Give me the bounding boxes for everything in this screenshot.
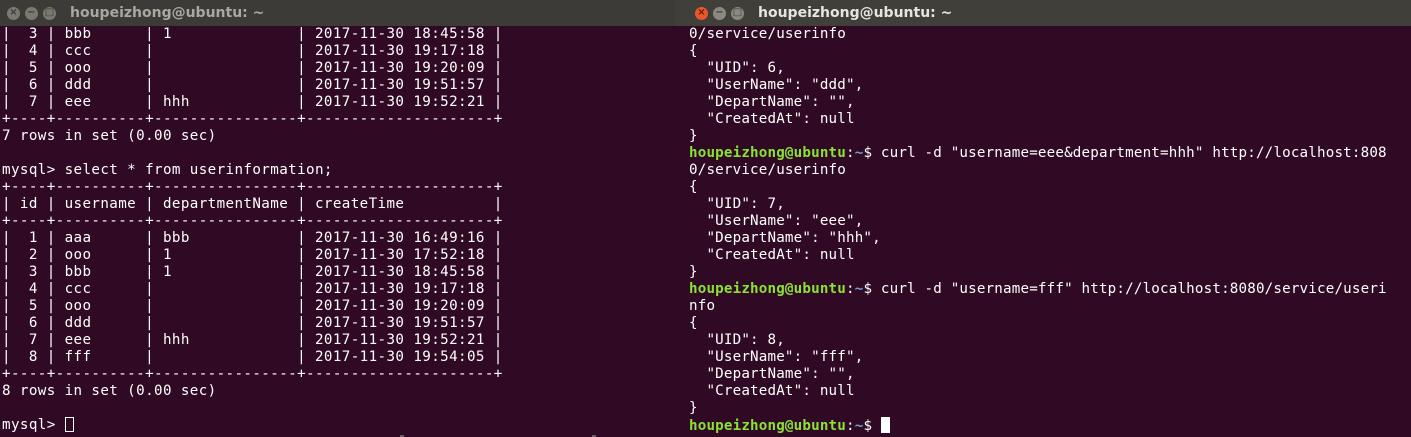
terminal-line: +----+----------+----------------+------…	[2, 213, 503, 229]
line-text: }	[689, 128, 698, 144]
terminal-line: "UID": 6,	[689, 60, 1411, 77]
terminal-line: "CreatedAt": null	[689, 383, 1411, 400]
terminal-line: "UserName": "eee",	[689, 213, 1411, 230]
terminal-line: | 5 | ooo | | 2017-11-30 19:20:09 |	[2, 60, 503, 76]
text-cursor	[880, 417, 890, 433]
terminal-line: nfo	[689, 298, 1411, 315]
terminal-line: | id | username | departmentName | creat…	[2, 196, 503, 212]
terminal-line: "CreatedAt": null	[689, 247, 1411, 264]
line-text: "CreatedAt": null	[689, 383, 855, 399]
line-text: {	[689, 43, 698, 59]
terminal-line: | 3 | bbb | 1 | 2017-11-30 18:45:58 |	[2, 26, 503, 42]
terminal-line: | 4 | ccc | | 2017-11-30 19:17:18 |	[2, 281, 503, 297]
line-text: curl -d "username=fff" http://localhost:…	[880, 281, 1387, 297]
terminal-line: }	[689, 400, 1411, 417]
line-text: "UserName": "fff",	[689, 349, 864, 365]
terminal-line: }	[689, 264, 1411, 281]
line-text: {	[689, 315, 698, 331]
prompt-user: houpeizhong@ubuntu	[689, 145, 846, 161]
mysql-prompt: mysql>	[2, 417, 65, 433]
line-text: nfo	[689, 298, 716, 314]
terminal-line: mysql> select * from userinformation;	[2, 162, 333, 178]
terminal-line: "CreatedAt": null	[689, 111, 1411, 128]
line-text: "UserName": "eee",	[689, 213, 864, 229]
terminal-line: +----+----------+----------------+------…	[2, 179, 503, 195]
close-icon[interactable]: ×	[695, 6, 708, 20]
prompt-user: houpeizhong@ubuntu	[689, 418, 846, 434]
prompt-symbol: $	[863, 281, 881, 297]
terminal-line: {	[689, 315, 1411, 332]
left-titlebar[interactable]: × − □ houpeizhong@ubuntu: ~	[0, 0, 675, 26]
terminal-line: "DepartName": "",	[689, 366, 1411, 383]
text-cursor	[64, 417, 74, 432]
right-window-controls: × − □	[695, 6, 744, 20]
prompt-separator: :	[846, 281, 855, 297]
terminal-line: | 7 | eee | hhh | 2017-11-30 19:52:21 |	[2, 332, 503, 348]
line-text: "UserName": "ddd",	[689, 77, 864, 93]
shell-command-line: houpeizhong@ubuntu:~$ curl -d "username=…	[689, 281, 1411, 298]
line-text: "UID": 8,	[689, 332, 785, 348]
line-text: "DepartName": "",	[689, 366, 855, 382]
left-window-controls: × − □	[7, 6, 56, 20]
terminal-line: | 3 | bbb | 1 | 2017-11-30 18:45:58 |	[2, 264, 503, 280]
terminal-line: +----+----------+----------------+------…	[2, 111, 503, 127]
terminal-line: +----+----------+----------------+------…	[2, 366, 503, 382]
terminal-line: "UID": 7,	[689, 196, 1411, 213]
line-text: curl -d "username=eee&department=hhh" ht…	[880, 145, 1387, 161]
terminal-line: | 5 | ooo | | 2017-11-30 19:20:09 |	[2, 298, 503, 314]
right-titlebar[interactable]: × − □ houpeizhong@ubuntu: ~	[675, 0, 1411, 26]
terminal-line: | 8 | fff | | 2017-11-30 19:54:05 |	[2, 349, 503, 365]
terminal-line: "DepartName": "hhh",	[689, 230, 1411, 247]
terminal-line: | 4 | ccc | | 2017-11-30 19:17:18 |	[2, 43, 503, 59]
prompt-separator: :	[846, 418, 855, 434]
terminal-line: | 2 | ooo | 1 | 2017-11-30 17:52:18 |	[2, 247, 503, 263]
close-icon[interactable]: ×	[7, 6, 20, 20]
line-text: 0/service/userinfo	[689, 26, 846, 42]
terminal-line: 0/service/userinfo	[689, 26, 1411, 43]
left-window-title: houpeizhong@ubuntu: ~	[70, 5, 265, 21]
maximize-icon[interactable]: □	[731, 6, 744, 20]
terminal-line: 7 rows in set (0.00 sec)	[2, 128, 217, 144]
terminal-line: {	[689, 43, 1411, 60]
left-terminal-output[interactable]: | 3 | bbb | 1 | 2017-11-30 18:45:58 | | 4…	[0, 26, 675, 434]
terminal-line: "DepartName": "",	[689, 94, 1411, 111]
terminal-line: 0/service/userinfo	[689, 162, 1411, 179]
terminal-line: }	[689, 128, 1411, 145]
line-text: "DepartName": "",	[689, 94, 855, 110]
shell-command-line: houpeizhong@ubuntu:~$ curl -d "username=…	[689, 145, 1411, 162]
minimize-icon[interactable]: −	[713, 6, 726, 20]
prompt-symbol: $	[863, 145, 881, 161]
terminal-line: "UserName": "ddd",	[689, 77, 1411, 94]
line-text: }	[689, 264, 698, 280]
terminal-line: {	[689, 179, 1411, 196]
line-text: "UID": 6,	[689, 60, 785, 76]
line-text: "CreatedAt": null	[689, 247, 855, 263]
terminal-line: | 1 | aaa | bbb | 2017-11-30 16:49:16 |	[2, 230, 503, 246]
terminal-line: "UserName": "fff",	[689, 349, 1411, 366]
line-text: "DepartName": "hhh",	[689, 230, 881, 246]
prompt-user: houpeizhong@ubuntu	[689, 281, 846, 297]
line-text: "CreatedAt": null	[689, 111, 855, 127]
right-window-title: houpeizhong@ubuntu: ~	[758, 5, 953, 21]
terminal-line: "UID": 8,	[689, 332, 1411, 349]
prompt-separator: :	[846, 145, 855, 161]
terminal-line: | 7 | eee | hhh | 2017-11-30 19:52:21 |	[2, 94, 503, 110]
line-text: {	[689, 179, 698, 195]
line-text: 0/service/userinfo	[689, 162, 846, 178]
terminal-line: | 6 | ddd | | 2017-11-30 19:51:57 |	[2, 77, 503, 93]
terminal-line: | 6 | ddd | | 2017-11-30 19:51:57 |	[2, 315, 503, 331]
line-text: "UID": 7,	[689, 196, 785, 212]
minimize-icon[interactable]: −	[25, 6, 38, 20]
line-text: }	[689, 400, 698, 416]
maximize-icon[interactable]: □	[43, 6, 56, 20]
terminal-line: 8 rows in set (0.00 sec)	[2, 383, 217, 399]
mysql-input-line[interactable]: mysql>	[2, 417, 675, 434]
curl-terminal-window[interactable]: × − □ houpeizhong@ubuntu: ~ 0/service/us…	[675, 0, 1411, 437]
right-terminal-output[interactable]: 0/service/userinfo{ "UID": 6, "UserName"…	[675, 26, 1411, 434]
prompt-symbol: $	[863, 418, 881, 434]
shell-command-line[interactable]: houpeizhong@ubuntu:~$	[689, 417, 1411, 434]
mysql-terminal-window[interactable]: × − □ houpeizhong@ubuntu: ~ | 3 | bbb | …	[0, 0, 675, 437]
